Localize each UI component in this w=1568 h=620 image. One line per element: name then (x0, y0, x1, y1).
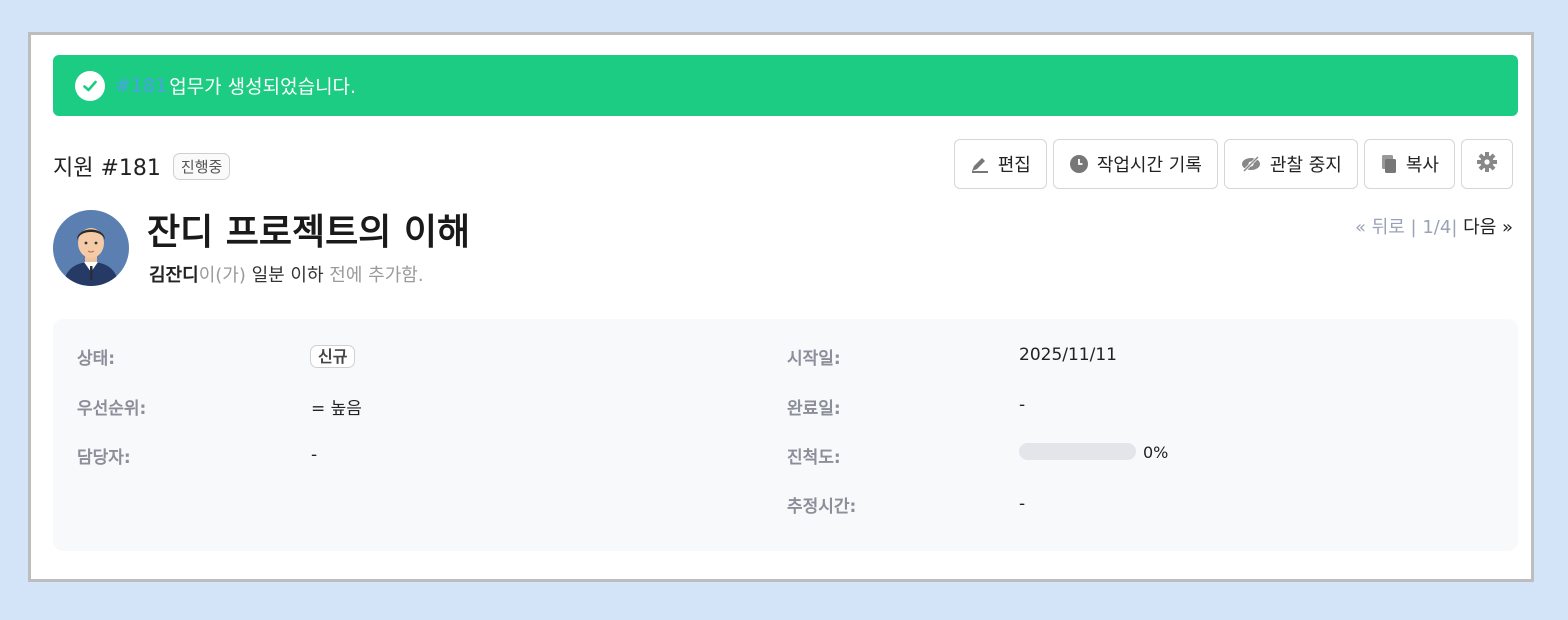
priority-label: 우선순위: (77, 399, 147, 419)
start-date-label: 시작일: (787, 349, 841, 369)
priority-value: = 높음 (311, 399, 362, 419)
progress-bar (1019, 443, 1136, 460)
time-ago-link[interactable]: 일분 이하 (252, 265, 324, 286)
edit-button[interactable]: 편집 (953, 139, 1047, 189)
status-badge: 진행중 (172, 152, 231, 180)
estimate-label: 추정시간: (787, 497, 857, 517)
unwatch-label: 관찰 중지 (1269, 155, 1342, 176)
copy-label: 복사 (1405, 155, 1439, 176)
progress-label: 진척도: (787, 448, 841, 468)
estimate-value: - (1019, 494, 1026, 514)
issue-actions: 편집 작업시간 기록 관찰 중지 복사 (953, 139, 1513, 189)
issue-attributes: 상태: 신규 우선순위: = 높음 담당자: - 시작일: 2025/11/11… (53, 319, 1518, 551)
assignee-value: - (311, 445, 318, 465)
issue-title: 잔디 프로젝트의 이해 (147, 212, 471, 253)
settings-button[interactable] (1461, 139, 1513, 189)
added-text: 전에 추가함. (329, 265, 424, 286)
issue-page: #181 업무가 생성되었습니다. 지원 #181 진행중 편집 작업시간 기록… (28, 32, 1534, 582)
copy-icon (1380, 154, 1398, 174)
gear-icon (1476, 151, 1498, 178)
pager-position: 1/4 (1422, 217, 1452, 238)
author-link[interactable]: 김잔디 (149, 265, 199, 286)
pencil-icon (970, 155, 990, 173)
issue-pager: « 뒤로 | 1/4| 다음 » (1355, 213, 1513, 239)
unwatch-button[interactable]: 관찰 중지 (1223, 139, 1358, 189)
issue-header: 지원 #181 진행중 (53, 150, 231, 182)
pager-separator: | (1451, 217, 1458, 238)
edit-label: 편집 (997, 155, 1031, 176)
pager-prev-link[interactable]: « 뒤로 (1355, 217, 1405, 238)
flash-notice: #181 업무가 생성되었습니다. (53, 55, 1518, 116)
status-label: 상태: (77, 349, 116, 369)
pager-next-link[interactable]: 다음 » (1463, 217, 1513, 238)
start-date-value: 2025/11/11 (1019, 345, 1117, 365)
flash-message: 업무가 생성되었습니다. (169, 76, 357, 98)
status-tag: 신규 (310, 345, 356, 368)
author-suffix: 이(가) (198, 265, 246, 286)
copy-button[interactable]: 복사 (1363, 139, 1455, 189)
due-date-value: - (1019, 395, 1026, 415)
log-time-button[interactable]: 작업시간 기록 (1052, 139, 1218, 189)
avatar (53, 210, 129, 286)
eye-slash-icon (1240, 155, 1262, 173)
pager-separator: | (1410, 217, 1417, 238)
issue-tracker-id: 지원 #181 (53, 156, 161, 181)
due-date-label: 완료일: (787, 399, 841, 419)
issue-byline: 김잔디이(가) 일분 이하 전에 추가함. (149, 261, 424, 287)
status-value: 신규 (310, 343, 356, 368)
progress-value: 0% (1143, 443, 1169, 462)
flash-issue-link[interactable]: #181 (115, 75, 167, 97)
assignee-label: 담당자: (77, 448, 131, 468)
clock-icon (1069, 154, 1089, 174)
check-circle-icon (75, 70, 105, 101)
log-time-label: 작업시간 기록 (1096, 155, 1202, 176)
